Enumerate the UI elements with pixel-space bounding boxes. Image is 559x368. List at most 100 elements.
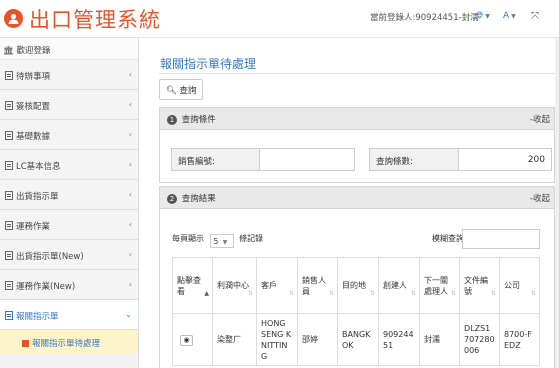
fuzzy-search-input[interactable]: [462, 229, 540, 249]
language-menu[interactable]: 🌐︎ ▼: [476, 11, 490, 21]
collapse-toggle[interactable]: -收起: [530, 192, 550, 204]
sidebar: 🏛︎ 歡迎登錄 待辦事項 ‹ 簽核配置 ‹ 基礎數據 ‹ LC基本信息 ‹ 出貨指示單 ‹…: [0, 38, 139, 368]
sort-icon: ⇅: [369, 290, 375, 297]
sidebar-item-label: 出貨指示單: [16, 192, 59, 202]
page-size-prefix: 每頁顯示: [172, 234, 204, 243]
chevron-left-icon: ‹: [128, 130, 132, 139]
chevron-down-icon: ▼: [222, 239, 228, 246]
table-row[interactable]: ◉ 染整厂 HONG SENG KNITTING 邵婷 BANGKOK 9092…: [172, 313, 540, 366]
query-button-label: 查詢: [179, 86, 197, 96]
column-header-next-handler[interactable]: 下一關處理人 ⇅: [419, 257, 460, 314]
collapse-toggle[interactable]: -收起: [530, 113, 550, 125]
doc-no-cell: DLZS1707280006: [459, 313, 500, 366]
list-icon: [5, 161, 13, 170]
sort-icon: ⇅: [288, 290, 294, 297]
list-icon: [5, 101, 13, 110]
chevron-left-icon: ‹: [128, 100, 132, 109]
creator-cell: 90924451: [378, 313, 420, 366]
next-handler-cell: 封濡: [419, 313, 460, 366]
page-size-select[interactable]: 5 ▼: [209, 234, 234, 248]
sort-icon: ⇅: [530, 290, 536, 297]
chevron-down-icon: ▼: [485, 13, 490, 20]
sidebar-item-label: 出貨指示單(New): [16, 252, 84, 262]
app-title: 出口管理系統: [29, 8, 161, 32]
language-icon: 🌐︎: [476, 11, 484, 21]
sidebar-item-basic-data[interactable]: 基礎數據 ‹: [0, 120, 138, 150]
list-icon: [5, 281, 13, 290]
sales-no-input[interactable]: [259, 148, 355, 171]
sidebar-home[interactable]: 🏛︎ 歡迎登錄: [0, 38, 138, 60]
sidebar-item-label: LC基本信息: [16, 162, 61, 172]
list-icon: [5, 191, 13, 200]
customer-cell: HONG SENG KNITTING: [256, 313, 298, 366]
sidebar-home-label: 歡迎登錄: [16, 46, 51, 56]
list-icon: [5, 221, 13, 230]
column-header-view[interactable]: 點擊查看 ▲: [172, 257, 213, 314]
page-size-value: 5: [213, 237, 219, 246]
font-size-menu[interactable]: A ▼: [503, 11, 516, 21]
column-header-doc-no[interactable]: 文件編號 ⇅: [459, 257, 500, 314]
user-logo-icon: [4, 9, 23, 28]
sidebar-item-customs-order[interactable]: 報關指示單 ⌄: [0, 300, 138, 330]
fullscreen-icon[interactable]: ⤧: [531, 11, 539, 22]
chevron-down-icon: ▼: [511, 13, 516, 20]
chevron-left-icon: ‹: [128, 70, 132, 79]
chevron-left-icon: ‹: [128, 280, 132, 289]
sort-icon: ⇅: [247, 290, 253, 297]
sidebar-item-shipping-order-new[interactable]: 出貨指示單(New) ‹: [0, 240, 138, 270]
column-header-sales[interactable]: 銷售人員 ⇅: [297, 257, 338, 314]
sort-icon: ⇅: [450, 290, 456, 297]
sidebar-subitem-customs-pending[interactable]: 報關指示單待處理: [0, 330, 138, 354]
active-marker-icon: [22, 340, 29, 347]
panel-title: 查詢條件: [181, 115, 216, 125]
panel-header: 1 查詢條件 -收起: [160, 108, 554, 130]
results-table: 點擊查看 ▲ 利潤中心 ⇅ 客戶 ⇅ 銷售人員 ⇅ 目的地 ⇅ 創建人 ⇅ 下一關處理人 ⇅ …: [172, 257, 540, 366]
list-icon: [5, 71, 13, 80]
sidebar-item-label: 報關指示單: [16, 312, 59, 322]
sidebar-item-label: 待辦事項: [16, 72, 51, 82]
divider: [159, 73, 558, 74]
sidebar-item-label: 運務作業(New): [16, 282, 76, 292]
step-number-badge: 1: [167, 115, 177, 125]
current-user-info: 當前登錄人:90924451-封濡: [370, 13, 479, 23]
chevron-left-icon: ‹: [128, 160, 132, 169]
table-header-row: 點擊查看 ▲ 利潤中心 ⇅ 客戶 ⇅ 銷售人員 ⇅ 目的地 ⇅ 創建人 ⇅ 下一關處理人 ⇅ …: [172, 257, 540, 314]
sidebar-item-shipping-order[interactable]: 出貨指示單 ‹: [0, 180, 138, 210]
sort-icon: ⇅: [328, 290, 334, 297]
sidebar-item-approval-config[interactable]: 簽核配置 ‹: [0, 90, 138, 120]
column-header-creator[interactable]: 創建人 ⇅: [378, 257, 420, 314]
main-content: 報關指示單待處理 🔍︎ 查詢 1 查詢條件 -收起 銷售編號: 查詢條數: 20…: [140, 38, 559, 368]
sidebar-item-logistics[interactable]: 運務作業 ‹: [0, 210, 138, 240]
sales-no-label: 銷售編號:: [171, 148, 260, 171]
main-scrollbar[interactable]: [555, 38, 559, 368]
list-icon: [5, 311, 13, 320]
sales-cell: 邵婷: [297, 313, 338, 366]
query-button[interactable]: 🔍︎ 查詢: [159, 79, 203, 100]
column-header-company[interactable]: 公司 ⇅: [499, 257, 540, 314]
search-icon: 🔍︎: [166, 86, 177, 96]
column-header-destination[interactable]: 目的地 ⇅: [337, 257, 379, 314]
app-window: 出口管理系統 當前登錄人:90924451-封濡 🌐︎ ▼ A ▼ ⤧ 🏛︎ 歡迎登…: [0, 0, 559, 368]
sidebar-item-logistics-new[interactable]: 運務作業(New) ‹: [0, 270, 138, 300]
step-number-badge: 2: [167, 194, 177, 204]
sort-icon: ▲: [204, 290, 209, 297]
page-title: 報關指示單待處理: [160, 57, 257, 71]
sort-icon: ⇅: [490, 290, 496, 297]
sidebar-item-todo[interactable]: 待辦事項 ‹: [0, 60, 138, 90]
sort-icon: ⇅: [410, 290, 416, 297]
query-count-input[interactable]: 200: [458, 148, 552, 171]
column-header-profit-center[interactable]: 利潤中心 ⇅: [212, 257, 257, 314]
chevron-left-icon: ‹: [128, 220, 132, 229]
column-header-customer[interactable]: 客戶 ⇅: [256, 257, 298, 314]
eye-icon[interactable]: ◉: [180, 334, 193, 346]
sidebar-item-lc-info[interactable]: LC基本信息 ‹: [0, 150, 138, 180]
header: 出口管理系統 當前登錄人:90924451-封濡 🌐︎ ▼ A ▼ ⤧: [0, 0, 559, 38]
panel-title: 查詢結果: [181, 194, 216, 204]
chevron-left-icon: ‹: [128, 190, 132, 199]
view-cell: ◉: [172, 313, 213, 366]
destination-cell: BANGKOK: [337, 313, 379, 366]
query-count-label: 查詢條數:: [369, 148, 459, 171]
sidebar-item-label: 簽核配置: [16, 102, 51, 112]
profit-center-cell: 染整厂: [212, 313, 257, 366]
sidebar-item-label: 基礎數據: [16, 132, 51, 142]
